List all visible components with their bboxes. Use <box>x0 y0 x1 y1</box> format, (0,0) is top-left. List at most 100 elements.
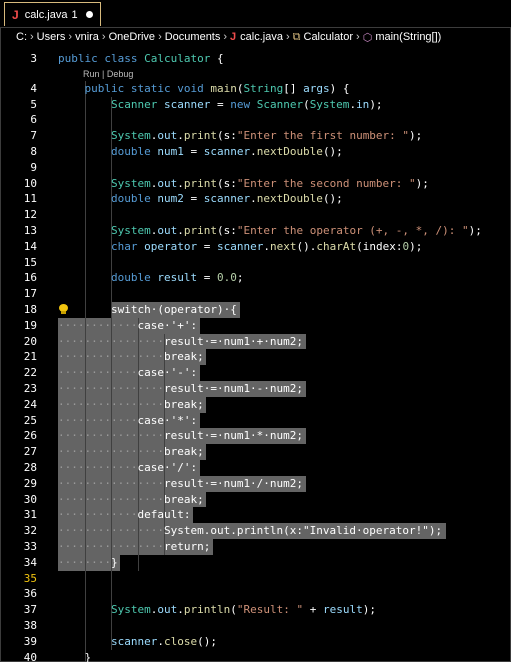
code-token: Scanner <box>256 97 304 111</box>
code-token: return; <box>163 540 211 553</box>
code-token: s: <box>223 129 237 143</box>
code-token: ············ <box>58 318 138 332</box>
code-text: ············case·'+': <box>58 318 197 334</box>
code-text: ················result·=·num1·*·num2; <box>58 428 303 444</box>
code-line: 34 ········} <box>0 555 511 571</box>
code-token: ); <box>409 239 423 253</box>
code-token: "Result: " <box>236 603 304 617</box>
breadcrumb-item[interactable]: OneDrive <box>109 31 155 43</box>
tab-calc-java[interactable]: J calc.java 1 <box>4 2 101 26</box>
code-token: System <box>110 224 151 237</box>
code-token: static <box>130 81 178 95</box>
code-text: ············case·'*': <box>58 413 197 429</box>
code-editor[interactable]: Run | Debug 3 public class Calculator {4 p… <box>0 49 511 662</box>
code-token: void <box>177 81 211 95</box>
code-token: [] <box>283 81 304 95</box>
code-token: } <box>110 555 118 569</box>
line-number: 6 <box>30 113 37 127</box>
code-token: double <box>110 192 158 206</box>
java-file-icon: J <box>12 7 19 22</box>
line-number: 40 <box>23 650 37 662</box>
code-token: ); <box>468 224 482 237</box>
line-number: 38 <box>23 619 37 632</box>
line-number: 21 <box>23 350 37 364</box>
line-number: 30 <box>23 492 37 506</box>
code-text: ············case·'-': <box>58 365 197 381</box>
line-number: 10 <box>23 176 37 190</box>
codelens-text[interactable]: Run | Debug <box>83 67 133 81</box>
breadcrumb-item[interactable]: Users <box>37 31 66 43</box>
code-token: = <box>183 192 204 206</box>
code-token: char <box>110 239 145 253</box>
code-token: ················ <box>58 429 164 443</box>
code-token: break; <box>163 350 204 364</box>
code-line: 11 double num2 = scanner.nextDouble(); <box>0 191 511 207</box>
line-number: 24 <box>23 397 37 411</box>
breadcrumb-item-class[interactable]: Calculator <box>304 31 354 43</box>
line-number: 39 <box>23 634 37 648</box>
code-token: num2 <box>157 192 184 206</box>
code-token: + <box>303 603 323 617</box>
code-line: 26 ················result·=·num1·*·num2; <box>0 428 511 444</box>
code-token: new <box>230 97 257 111</box>
code-token: (); <box>322 192 343 206</box>
code-token: String <box>243 81 284 95</box>
code-text: } <box>58 650 92 662</box>
code-line: 10 System.out.print(s:"Enter the second … <box>0 176 511 192</box>
code-token: (). <box>296 239 317 253</box>
line-number: 5 <box>30 97 37 111</box>
code-token: { <box>210 52 224 65</box>
line-number: 33 <box>23 540 37 553</box>
code-text: ············case·'/': <box>58 460 197 476</box>
code-token: nextDouble <box>256 145 323 158</box>
code-token: scanner <box>163 97 211 111</box>
code-line: 23 ················result·=·num1·-·num2; <box>0 381 511 397</box>
code-token: ( <box>216 129 224 143</box>
code-token: scanner <box>203 192 251 206</box>
line-number: 17 <box>23 287 37 301</box>
line-number: 14 <box>23 239 37 253</box>
code-token: . <box>177 603 184 617</box>
code-token: } <box>84 650 92 662</box>
code-token: Scanner <box>110 97 164 111</box>
breadcrumb-item[interactable]: vnira <box>75 31 99 43</box>
tab-bar: J calc.java 1 <box>0 0 511 28</box>
line-number: 29 <box>23 476 37 490</box>
breadcrumb-chevron-icon: › <box>158 31 162 43</box>
code-line: 16 double result = 0.0; <box>0 270 511 286</box>
code-text: double result = 0.0; <box>58 270 243 286</box>
code-token: in <box>356 97 370 111</box>
breadcrumb-item[interactable]: Documents <box>165 31 221 43</box>
code-token: result·=·num1·+·num2; <box>163 334 304 348</box>
code-token: . <box>177 224 184 237</box>
code-token: System.out.println(x:"Invalid·operator!"… <box>163 524 443 538</box>
code-text: ········} <box>58 555 118 571</box>
code-token: main <box>210 81 237 95</box>
code-token: ················ <box>58 476 164 490</box>
code-text: double num1 = scanner.nextDouble(); <box>58 144 343 160</box>
code-token: index: <box>362 239 403 253</box>
code-text: ············default: <box>58 507 190 523</box>
breadcrumb-chevron-icon: › <box>223 31 228 43</box>
code-token: System <box>309 97 350 111</box>
line-number: 22 <box>23 366 37 380</box>
code-token: ············ <box>58 366 138 380</box>
code-token: . <box>263 239 270 253</box>
code-line: 7 System.out.print(s:"Enter the first nu… <box>0 128 511 144</box>
unsaved-dot-icon[interactable] <box>85 11 93 18</box>
code-token: default: <box>137 508 191 522</box>
method-symbol-icon: ⬡ <box>362 31 373 44</box>
code-token: break; <box>163 492 204 506</box>
code-text: System.out.println("Result: " + result); <box>58 602 376 618</box>
breadcrumb-item[interactable]: C: <box>16 31 27 43</box>
breadcrumb-item-method[interactable]: main(String[]) <box>375 31 441 43</box>
tab-label: calc.java <box>24 8 68 21</box>
code-line: 19 ············case·'+': <box>0 318 511 334</box>
line-number: 4 <box>30 81 37 95</box>
code-line: 21 ················break; <box>0 349 511 365</box>
lightbulb-icon[interactable] <box>59 304 68 315</box>
breadcrumb-item-file[interactable]: calc.java <box>240 31 283 43</box>
